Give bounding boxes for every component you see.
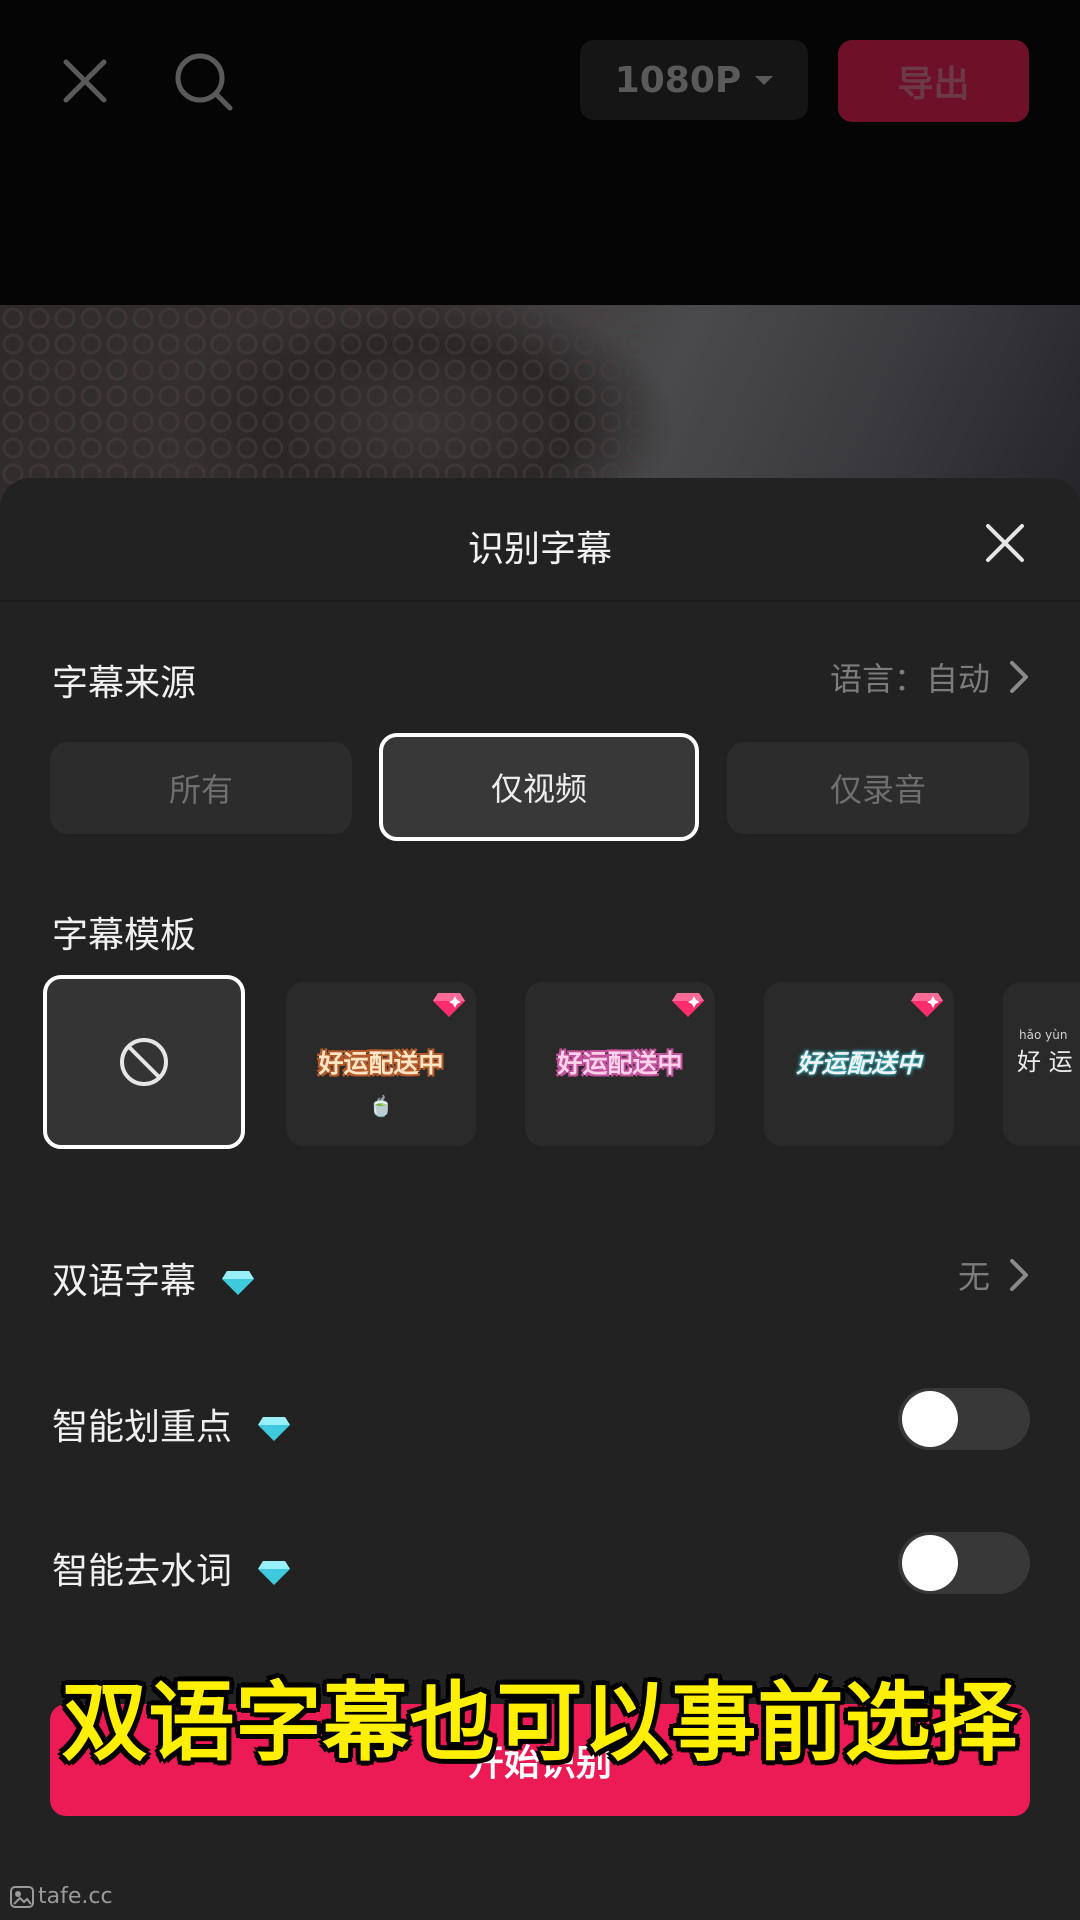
template-style-4-sample: 好 运 bbox=[1017, 1048, 1073, 1076]
template-style-2[interactable]: 好运配送中 bbox=[525, 982, 715, 1146]
preview-texture bbox=[0, 305, 640, 505]
toggle-knob bbox=[902, 1535, 958, 1591]
resolution-dropdown[interactable]: 1080P bbox=[580, 40, 808, 120]
sheet-close-icon[interactable] bbox=[980, 518, 1030, 568]
bilingual-value: 无 bbox=[957, 1258, 990, 1296]
language-selector[interactable]: 语言：自动 bbox=[830, 654, 1030, 700]
premium-gem-icon bbox=[433, 993, 465, 1017]
template-style-3-sample: 好运配送中 bbox=[796, 1049, 922, 1078]
language-label: 语言：自动 bbox=[829, 660, 990, 698]
filler-label: 智能去水词 bbox=[52, 1551, 233, 1592]
premium-diamond-icon bbox=[222, 1271, 255, 1295]
template-style-4[interactable]: hǎo yùn 好 运 bbox=[1003, 982, 1080, 1146]
bilingual-row[interactable]: 双语字幕 bbox=[52, 1252, 255, 1304]
bilingual-selector[interactable]: 无 bbox=[958, 1252, 1030, 1298]
source-option-video-only[interactable]: 仅视频 bbox=[379, 733, 699, 841]
subtitle-template-label: 字幕模板 bbox=[52, 915, 197, 956]
template-style-1-sample: 好运配送中 bbox=[318, 1049, 444, 1078]
watermark-text: tafe.cc bbox=[38, 1884, 113, 1909]
chevron-right-icon bbox=[1010, 661, 1028, 693]
close-icon[interactable] bbox=[52, 48, 118, 114]
subtitle-source-label: 字幕来源 bbox=[52, 663, 197, 704]
template-style-4-pinyin: hǎo yùn bbox=[1019, 1028, 1068, 1042]
no-template-icon bbox=[120, 1038, 168, 1086]
source-option-all[interactable]: 所有 bbox=[50, 742, 352, 834]
template-style-1-emoji: 🍵 bbox=[368, 1094, 394, 1118]
filler-row: 智能去水词 bbox=[52, 1542, 291, 1594]
template-none[interactable] bbox=[43, 975, 245, 1149]
caret-down-icon bbox=[755, 75, 774, 85]
top-bar: 1080P 导出 bbox=[0, 0, 1080, 305]
video-caption-overlay: 双语字幕也可以事前选择 bbox=[61, 1673, 1019, 1773]
watermark-logo-icon bbox=[10, 1885, 34, 1908]
premium-diamond-icon bbox=[258, 1561, 291, 1585]
search-icon[interactable] bbox=[170, 48, 236, 114]
watermark: tafe.cc bbox=[10, 1884, 113, 1909]
template-style-3[interactable]: 好运配送中 bbox=[764, 982, 954, 1146]
sheet-header: 识别字幕 bbox=[0, 478, 1080, 602]
template-style-1[interactable]: 好运配送中 🍵 bbox=[286, 982, 476, 1146]
app-screen: 1080P 导出 识别字幕 字幕来源 语言：自动 所有 仅视频 仅录音 字幕模板… bbox=[0, 0, 1080, 1920]
highlight-toggle[interactable] bbox=[898, 1388, 1030, 1450]
source-option-audio-only[interactable]: 仅录音 bbox=[727, 742, 1029, 834]
premium-gem-icon bbox=[911, 993, 943, 1017]
premium-gem-icon bbox=[672, 993, 704, 1017]
sheet-title: 识别字幕 bbox=[467, 529, 612, 570]
highlight-row: 智能划重点 bbox=[52, 1398, 291, 1450]
resolution-label: 1080P bbox=[614, 59, 742, 101]
chevron-right-icon bbox=[1010, 1259, 1028, 1291]
export-button[interactable]: 导出 bbox=[838, 40, 1029, 122]
filler-toggle[interactable] bbox=[898, 1532, 1030, 1594]
toggle-knob bbox=[902, 1391, 958, 1447]
highlight-label: 智能划重点 bbox=[52, 1407, 233, 1448]
template-style-2-sample: 好运配送中 bbox=[557, 1049, 683, 1078]
premium-diamond-icon bbox=[258, 1417, 291, 1441]
bilingual-label: 双语字幕 bbox=[52, 1261, 197, 1302]
video-preview bbox=[0, 305, 1080, 505]
